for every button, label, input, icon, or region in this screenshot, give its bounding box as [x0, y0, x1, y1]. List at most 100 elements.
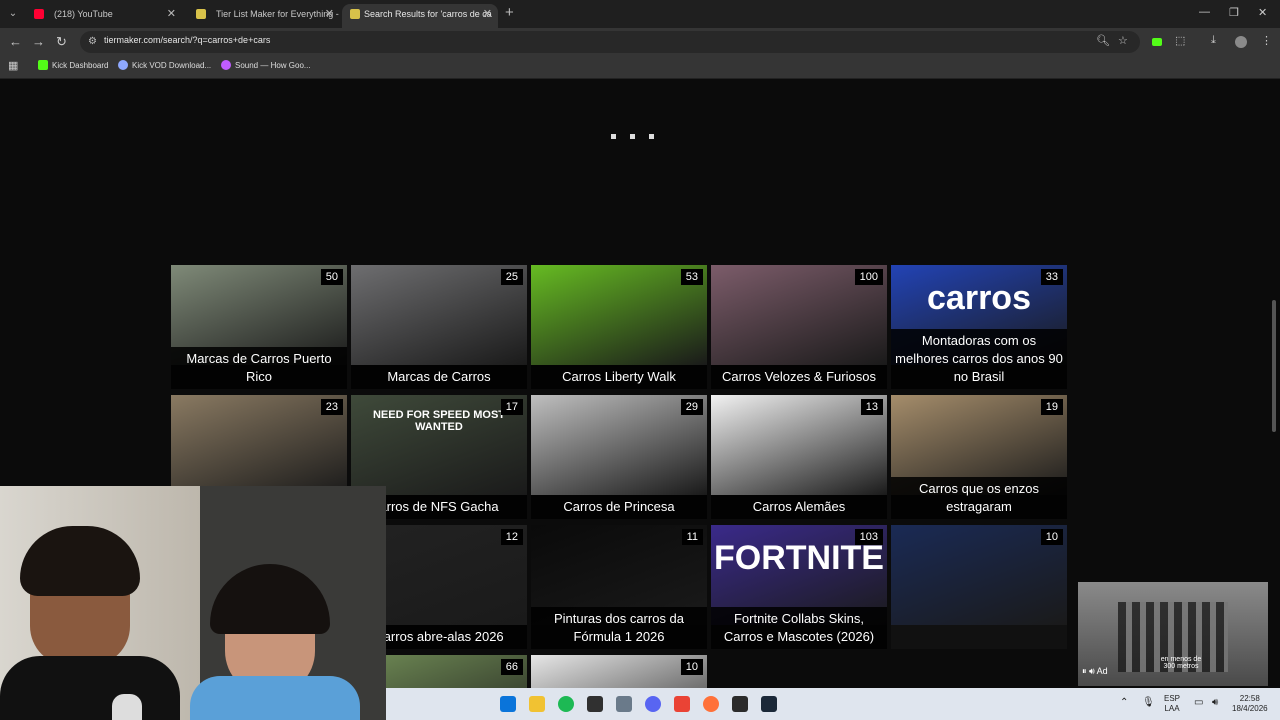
result-card[interactable]: 13 Carros Alemães — [711, 395, 887, 519]
item-count-badge: 19 — [1040, 399, 1063, 415]
item-count-badge: 33 — [1040, 269, 1063, 285]
discord-icon[interactable] — [645, 696, 661, 712]
result-card[interactable]: carros 33 Montadoras com os melhores carro… — [891, 265, 1067, 389]
item-count-badge: 12 — [500, 529, 523, 545]
result-card[interactable]: 10 — [891, 525, 1067, 649]
result-card[interactable]: 29 Carros de Princesa — [531, 395, 707, 519]
obs-icon[interactable] — [587, 696, 603, 712]
bookmark-sound[interactable]: Sound — How Goo... — [221, 60, 311, 70]
keyboard-layout-label: LAA — [1164, 704, 1180, 713]
tray-chevron-icon[interactable]: ⌃ — [1120, 698, 1128, 708]
page-scrollbar[interactable] — [1270, 80, 1278, 688]
result-card[interactable]: 10 — [531, 655, 707, 688]
kick-extension-icon[interactable] — [1152, 38, 1162, 46]
tab-search-results[interactable]: Search Results for 'carros de ca ✕ — [342, 4, 498, 28]
bookmark-label: Sound — How Goo... — [235, 61, 311, 70]
extensions-icon[interactable]: ⬚ — [1175, 34, 1185, 47]
zoom-icon[interactable]: 🔍︎ — [1096, 34, 1110, 47]
clock-time: 22:58 — [1239, 694, 1260, 703]
result-title[interactable]: Carros Alemães — [711, 495, 887, 519]
item-count-badge: 66 — [500, 659, 523, 675]
clock[interactable]: 22:58 18/4/2026 — [1232, 694, 1268, 714]
bookmark-kick-dashboard[interactable]: Kick Dashboard — [38, 60, 108, 70]
pip-caption: en menos de 300 metros — [1160, 656, 1202, 670]
apps-grid-icon[interactable]: ▦ — [8, 59, 18, 72]
tiermaker-icon — [196, 9, 206, 19]
bookmark-star-icon[interactable]: ☆ — [1118, 34, 1128, 47]
picture-in-picture-video[interactable]: ⏸ 🔊︎ Ad en menos de 300 metros — [1078, 582, 1268, 686]
forward-icon[interactable]: → — [32, 34, 45, 49]
menu-icon[interactable]: ⋮ — [1261, 34, 1272, 47]
result-title[interactable]: Carros Liberty Walk — [531, 365, 707, 389]
microphone-tray-icon[interactable]: 🎙︎ — [1142, 698, 1155, 708]
result-title[interactable]: Fortnite Collabs Skins, Carros e Mascote… — [711, 607, 887, 649]
loading-dot — [611, 134, 616, 139]
restore-icon[interactable]: ❐ — [1229, 6, 1239, 19]
chrome-icon[interactable] — [674, 696, 690, 712]
url-text[interactable]: tiermaker.com/search/?q=carros+de+cars — [104, 35, 270, 45]
microphone-icon — [112, 694, 142, 720]
windows-start-icon[interactable] — [500, 696, 516, 712]
loading-dot — [630, 134, 635, 139]
item-count-badge: 11 — [681, 529, 703, 545]
close-tab-icon[interactable]: ✕ — [325, 4, 334, 24]
reload-icon[interactable]: ↻ — [56, 34, 67, 50]
result-card[interactable]: 50 Marcas de Carros Puerto Rico — [171, 265, 347, 389]
profile-avatar[interactable] — [1235, 36, 1247, 48]
volume-icon[interactable]: 🔊︎ — [1212, 698, 1218, 708]
scrollbar-thumb[interactable] — [1272, 300, 1276, 432]
item-count-badge: 50 — [320, 269, 343, 285]
item-count-badge: 13 — [860, 399, 883, 415]
bookmark-label: Kick Dashboard — [52, 61, 109, 70]
loading-indicator — [611, 126, 668, 144]
download-icon[interactable]: ⤓ — [1211, 34, 1216, 47]
close-window-icon[interactable]: ✕ — [1258, 6, 1267, 19]
result-title[interactable]: Marcas de Carros — [351, 365, 527, 389]
result-card[interactable]: 11 Pinturas dos carros da Fórmula 1 2026 — [531, 525, 707, 649]
result-title[interactable]: Marcas de Carros Puerto Rico — [171, 347, 347, 389]
result-card[interactable]: 19 Carros que os enzos estragaram — [891, 395, 1067, 519]
back-icon[interactable]: ← — [9, 34, 22, 49]
kick-vod-icon — [118, 60, 128, 70]
pip-controls[interactable]: ⏸ 🔊︎ Ad — [1082, 666, 1108, 677]
youtube-icon — [34, 9, 44, 19]
language-indicator[interactable]: ESP LAA — [1164, 694, 1180, 714]
spotify-icon[interactable] — [558, 696, 574, 712]
minimize-icon[interactable]: — — [1199, 6, 1210, 18]
browser-toolbar: ← → ↻ ⚙ tiermaker.com/search/?q=carros+d… — [0, 28, 1280, 56]
item-count-badge: 29 — [680, 399, 703, 415]
tab-title: (218) YouTube — [54, 9, 113, 19]
loading-dot — [649, 134, 654, 139]
streamer-shirt — [190, 676, 360, 720]
result-card[interactable]: 53 Carros Liberty Walk — [531, 265, 707, 389]
windows-taskbar: ⌃ 🎙︎ ESP LAA ▭ 🔊︎ 22:58 18/4/2026 — [386, 688, 1280, 720]
network-icon[interactable]: ▭ — [1194, 698, 1203, 708]
result-card[interactable]: 25 Marcas de Carros — [351, 265, 527, 389]
steam-icon[interactable] — [761, 696, 777, 712]
result-title[interactable]: Carros que os enzos estragaram — [891, 477, 1067, 519]
streamer-shirt — [0, 656, 180, 720]
address-bar[interactable]: ⚙ tiermaker.com/search/?q=carros+de+cars… — [80, 31, 1140, 53]
item-count-badge: 10 — [680, 659, 703, 675]
language-label: ESP — [1164, 694, 1181, 703]
result-title[interactable]: Carros de Princesa — [531, 495, 707, 519]
close-tab-icon[interactable]: ✕ — [483, 4, 492, 24]
tab-tiermaker[interactable]: Tier List Maker for Everything - ✕ — [184, 4, 340, 28]
new-tab-button[interactable]: + — [505, 5, 514, 21]
item-count-badge: 53 — [680, 269, 703, 285]
bookmark-kick-vod[interactable]: Kick VOD Download... — [118, 60, 211, 70]
result-title[interactable]: Montadoras com os melhores carros dos an… — [891, 329, 1067, 389]
tab-bar: ⌄ (218) YouTube ✕ Tier List Maker for Ev… — [0, 0, 1280, 28]
close-tab-icon[interactable]: ✕ — [167, 4, 176, 24]
result-card[interactable]: 100 Carros Velozes & Furiosos — [711, 265, 887, 389]
result-title[interactable]: Carros Velozes & Furiosos — [711, 365, 887, 389]
tab-youtube[interactable]: (218) YouTube ✕ — [22, 4, 182, 28]
site-info-icon[interactable]: ⚙ — [88, 36, 97, 47]
epic-games-icon[interactable] — [732, 696, 748, 712]
app-icon[interactable] — [616, 696, 632, 712]
firefox-icon[interactable] — [703, 696, 719, 712]
result-card[interactable]: FORTNITE 103 Fortnite Collabs Skins, Carro… — [711, 525, 887, 649]
result-title[interactable]: Pinturas dos carros da Fórmula 1 2026 — [531, 607, 707, 649]
file-explorer-icon[interactable] — [529, 696, 545, 712]
tab-search-icon[interactable]: ⌄ — [4, 6, 22, 22]
